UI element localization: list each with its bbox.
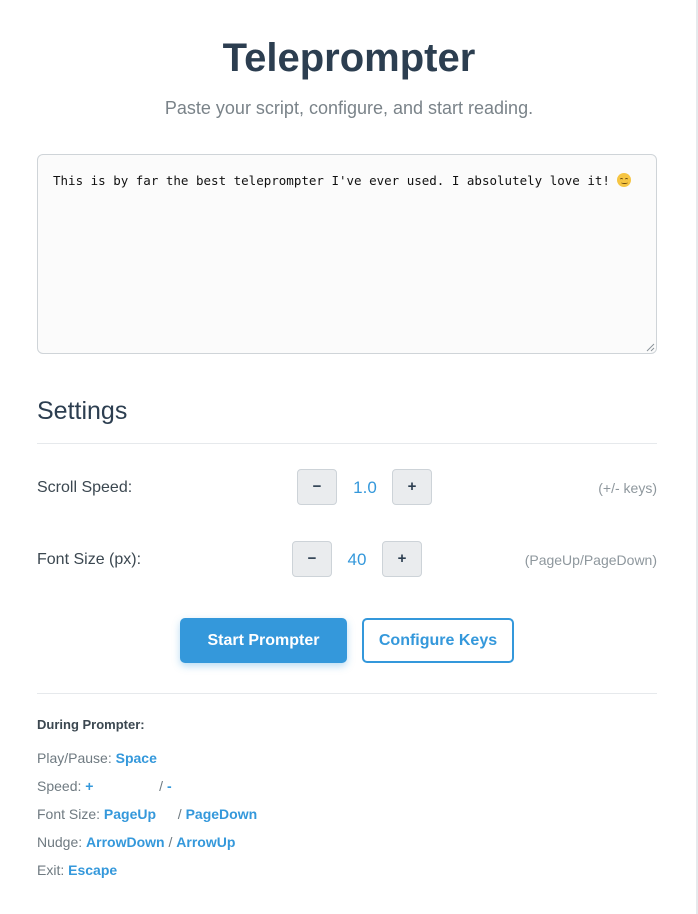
help-speed-key-down: - (166, 778, 172, 794)
font-size-value: 40 (347, 550, 367, 569)
scroll-speed-value: 1.0 (353, 478, 377, 497)
help-speed-label: Speed: (37, 778, 86, 794)
help-exit: Exit: Escape (37, 862, 117, 878)
help-font-size-key-down: PageDown (185, 806, 258, 822)
help-nudge-key-down: ArrowDown (86, 834, 165, 850)
scroll-speed-hint: (+/- keys) (598, 480, 657, 496)
font-size-decrease-button[interactable]: − (292, 541, 332, 577)
help-play-pause: Play/Pause: Space (37, 750, 157, 766)
help-font-size: Font Size: PageUp / PageDown (37, 806, 257, 822)
font-size-increase-button[interactable]: + (382, 541, 422, 577)
help-nudge-separator: / (164, 834, 177, 850)
help-speed-key-up: + (85, 778, 94, 794)
settings-heading: Settings (37, 397, 128, 425)
configure-keys-button[interactable]: Configure Keys (362, 618, 514, 663)
smiling-face-icon (617, 173, 632, 187)
help-exit-key: Escape (68, 862, 118, 878)
font-size-hint: (PageUp/PageDown) (524, 552, 657, 568)
script-text: This is by far the best teleprompter I'v… (53, 173, 610, 188)
help-exit-label: Exit: (37, 862, 69, 878)
help-title: During Prompter: (37, 717, 145, 732)
scroll-speed-decrease-button[interactable]: − (297, 469, 337, 505)
script-textarea[interactable]: This is by far the best teleprompter I'v… (37, 154, 657, 354)
scroll-speed-increase-button[interactable]: + (392, 469, 432, 505)
help-font-size-separator: / (173, 806, 186, 822)
help-speed-separator: / (155, 778, 167, 794)
help-divider (37, 693, 657, 694)
resize-handle-icon[interactable] (646, 343, 655, 352)
help-nudge: Nudge: ArrowDown / ArrowUp (37, 834, 235, 850)
help-play-pause-key: Space (115, 750, 157, 766)
help-nudge-label: Nudge: (37, 834, 87, 850)
scroll-speed-label: Scroll Speed: (37, 479, 133, 496)
help-play-pause-label: Play/Pause: (37, 750, 116, 766)
settings-divider (37, 443, 657, 444)
start-prompter-button[interactable]: Start Prompter (180, 618, 347, 663)
page-title: Teleprompter (222, 36, 476, 80)
help-nudge-key-up: ArrowUp (176, 834, 236, 850)
font-size-label: Font Size (px): (37, 551, 142, 568)
help-font-size-key-up: PageUp (103, 806, 157, 822)
page-subtitle: Paste your script, configure, and start … (164, 98, 534, 118)
help-font-size-label: Font Size: (37, 806, 104, 822)
help-speed: Speed: + / - (37, 778, 172, 794)
